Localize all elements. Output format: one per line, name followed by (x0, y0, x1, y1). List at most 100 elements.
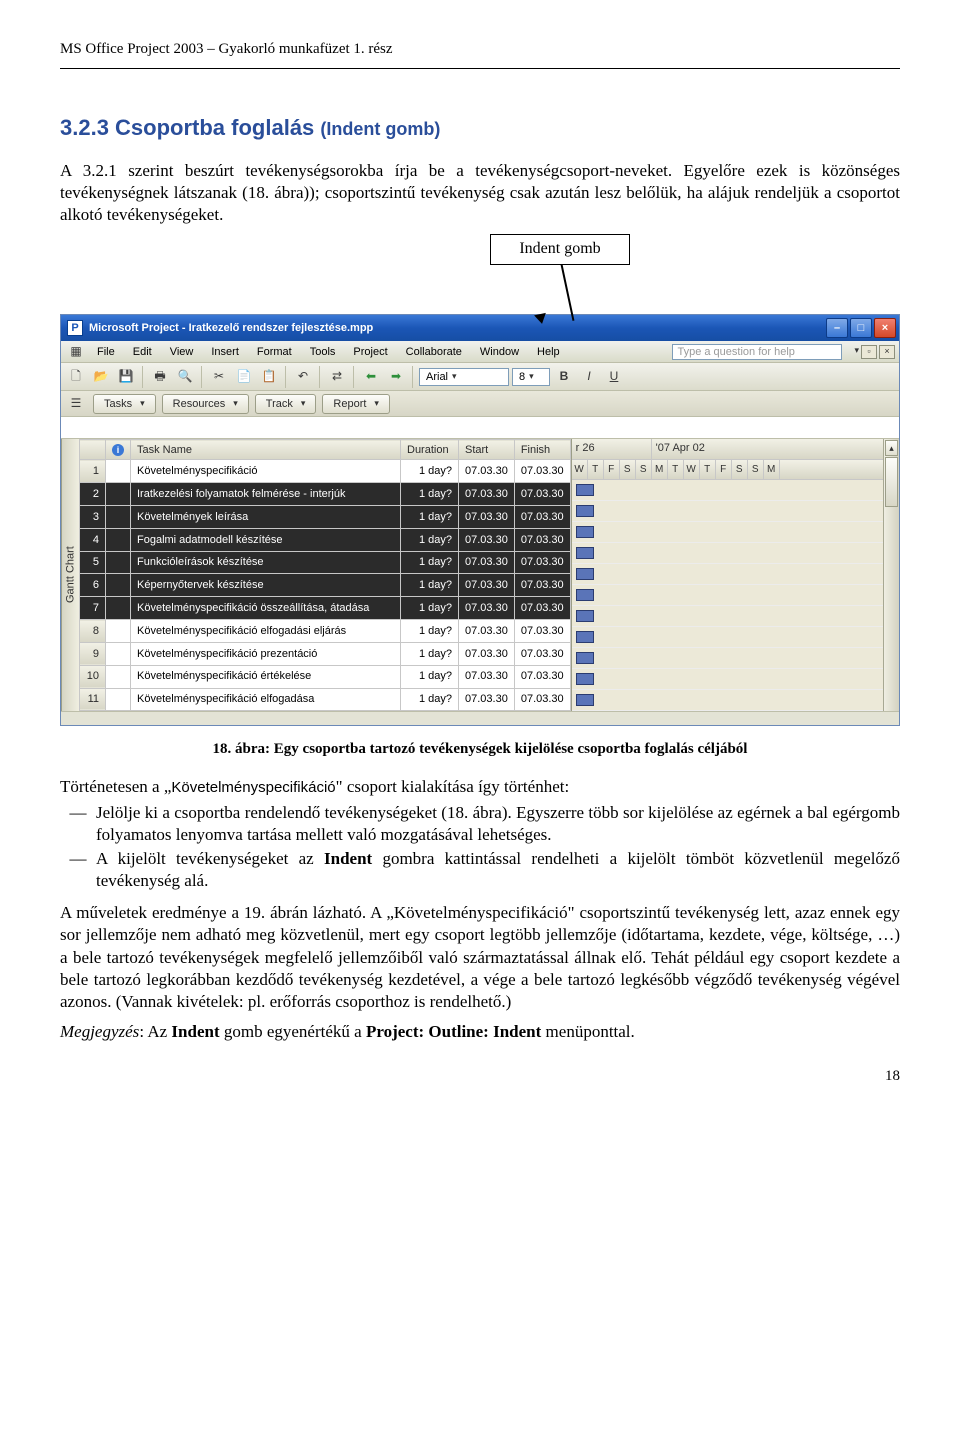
row-id[interactable]: 9 (80, 642, 106, 665)
row-start[interactable]: 07.03.30 (459, 506, 515, 529)
gantt-bar[interactable] (576, 652, 594, 664)
table-row[interactable]: 4Fogalmi adatmodell készítése1 day?07.03… (80, 528, 571, 551)
col-header-id[interactable] (80, 440, 106, 460)
row-taskname[interactable]: Képernyőtervek készítése (131, 574, 401, 597)
gantt-row[interactable] (572, 564, 899, 585)
row-info-cell[interactable] (106, 574, 131, 597)
gantt-bar[interactable] (576, 673, 594, 685)
gantt-row[interactable] (572, 648, 899, 669)
preview-icon[interactable]: 🔍 (174, 366, 196, 388)
row-finish[interactable]: 07.03.30 (514, 528, 570, 551)
gantt-row[interactable] (572, 669, 899, 690)
gantt-row[interactable] (572, 585, 899, 606)
entry-bar[interactable] (61, 417, 899, 439)
indent-icon[interactable]: ➡ (385, 366, 407, 388)
row-duration[interactable]: 1 day? (401, 551, 459, 574)
row-finish[interactable]: 07.03.30 (514, 551, 570, 574)
gantt-bar[interactable] (576, 484, 594, 496)
row-info-cell[interactable] (106, 483, 131, 506)
task-table[interactable]: i Task Name Duration Start Finish 1Követ… (79, 439, 571, 711)
guide-resources-button[interactable]: Resources▾ (162, 394, 249, 414)
menu-file[interactable]: File (89, 343, 123, 361)
row-id[interactable]: 8 (80, 620, 106, 643)
table-row[interactable]: 10Követelményspecifikáció értékelése1 da… (80, 665, 571, 688)
table-row[interactable]: 11Követelményspecifikáció elfogadása1 da… (80, 688, 571, 711)
gantt-row[interactable] (572, 606, 899, 627)
row-finish[interactable]: 07.03.30 (514, 460, 570, 483)
table-row[interactable]: 9 Követelményspecifikáció prezentáció1 da… (80, 642, 571, 665)
maximize-button[interactable]: □ (850, 318, 872, 338)
table-row[interactable]: 7Követelményspecifikáció összeállítása, … (80, 597, 571, 620)
row-start[interactable]: 07.03.30 (459, 460, 515, 483)
gantt-bar[interactable] (576, 589, 594, 601)
col-header-start[interactable]: Start (459, 440, 515, 460)
row-id[interactable]: 11 (80, 688, 106, 711)
row-start[interactable]: 07.03.30 (459, 551, 515, 574)
row-taskname[interactable]: Követelményspecifikáció összeállítása, á… (131, 597, 401, 620)
scroll-thumb[interactable] (885, 457, 898, 507)
row-taskname[interactable]: Követelményspecifikáció elfogadása (131, 688, 401, 711)
row-finish[interactable]: 07.03.30 (514, 688, 570, 711)
row-taskname[interactable]: Követelményspecifikáció prezentáció (131, 642, 401, 665)
menu-window[interactable]: Window (472, 343, 527, 361)
save-icon[interactable]: 💾 (115, 366, 137, 388)
guide-report-button[interactable]: Report▾ (322, 394, 390, 414)
row-info-cell[interactable] (106, 620, 131, 643)
row-taskname[interactable]: Követelmények leírása (131, 506, 401, 529)
row-info-cell[interactable] (106, 528, 131, 551)
outdent-icon[interactable]: ⬅ (360, 366, 382, 388)
gantt-row[interactable] (572, 627, 899, 648)
row-duration[interactable]: 1 day? (401, 460, 459, 483)
col-header-info[interactable]: i (106, 440, 131, 460)
row-id[interactable]: 3 (80, 506, 106, 529)
font-name-input[interactable]: Arial▾ (419, 368, 509, 386)
gantt-bar[interactable] (576, 631, 594, 643)
cut-icon[interactable]: ✂ (208, 366, 230, 388)
row-duration[interactable]: 1 day? (401, 483, 459, 506)
row-info-cell[interactable] (106, 597, 131, 620)
row-duration[interactable]: 1 day? (401, 665, 459, 688)
close-button[interactable]: × (874, 318, 896, 338)
gantt-row[interactable] (572, 690, 899, 711)
table-row[interactable]: 6Képernyőtervek készítése1 day?07.03.300… (80, 574, 571, 597)
row-duration[interactable]: 1 day? (401, 574, 459, 597)
row-start[interactable]: 07.03.30 (459, 528, 515, 551)
row-info-cell[interactable] (106, 642, 131, 665)
gantt-bar[interactable] (576, 568, 594, 580)
row-start[interactable]: 07.03.30 (459, 620, 515, 643)
help-dropdown-icon[interactable]: ▾ (854, 345, 859, 359)
bold-icon[interactable]: B (553, 366, 575, 388)
minimize-button[interactable]: – (826, 318, 848, 338)
new-icon[interactable]: 🗋 (65, 366, 87, 388)
menu-collaborate[interactable]: Collaborate (398, 343, 470, 361)
col-header-finish[interactable]: Finish (514, 440, 570, 460)
gantt-row[interactable] (572, 522, 899, 543)
row-finish[interactable]: 07.03.30 (514, 665, 570, 688)
table-row[interactable]: 3Követelmények leírása1 day?07.03.3007.0… (80, 506, 571, 529)
control-menu-icon[interactable]: ▦ (65, 341, 87, 363)
gantt-bar[interactable] (576, 505, 594, 517)
row-start[interactable]: 07.03.30 (459, 574, 515, 597)
menu-format[interactable]: Format (249, 343, 300, 361)
row-start[interactable]: 07.03.30 (459, 642, 515, 665)
row-info-cell[interactable] (106, 665, 131, 688)
row-finish[interactable]: 07.03.30 (514, 574, 570, 597)
menu-edit[interactable]: Edit (125, 343, 160, 361)
table-row[interactable]: 2Iratkezelési folyamatok felmérése - int… (80, 483, 571, 506)
row-start[interactable]: 07.03.30 (459, 688, 515, 711)
paste-icon[interactable]: 📋 (258, 366, 280, 388)
row-duration[interactable]: 1 day? (401, 506, 459, 529)
gantt-area[interactable]: r 26 '07 Apr 02 WTFSSMTWTFSSM (571, 439, 899, 711)
guide-track-button[interactable]: Track▾ (255, 394, 317, 414)
row-duration[interactable]: 1 day? (401, 642, 459, 665)
print-icon[interactable]: 🖶 (149, 366, 171, 388)
col-header-duration[interactable]: Duration (401, 440, 459, 460)
gantt-row[interactable] (572, 480, 899, 501)
gantt-bar[interactable] (576, 694, 594, 706)
row-duration[interactable]: 1 day? (401, 620, 459, 643)
help-search-input[interactable]: Type a question for help (672, 344, 842, 360)
table-row[interactable]: 1Követelményspecifikáció1 day?07.03.3007… (80, 460, 571, 483)
row-taskname[interactable]: Funkcióleírások készítése (131, 551, 401, 574)
font-size-input[interactable]: 8▾ (512, 368, 550, 386)
vertical-scrollbar[interactable]: ▴ (883, 439, 899, 711)
